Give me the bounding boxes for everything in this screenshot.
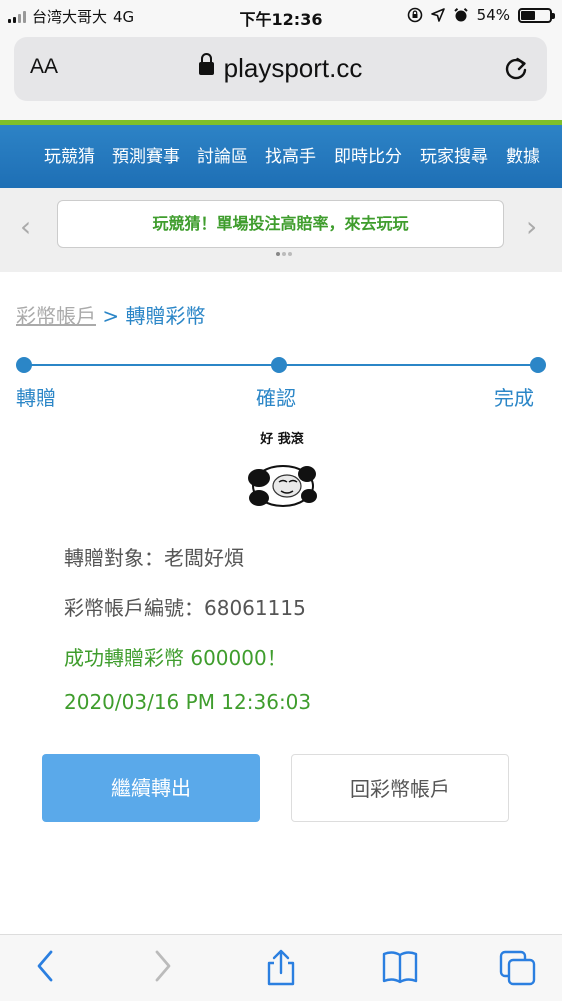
bookmarks-icon[interactable] bbox=[380, 949, 420, 985]
back-to-account-button[interactable]: 回彩幣帳戶 bbox=[291, 754, 509, 822]
nav-item-guess[interactable]: 玩競猜 bbox=[44, 142, 95, 167]
url-display[interactable]: playsport.cc bbox=[14, 53, 547, 84]
carousel-dot bbox=[288, 252, 292, 256]
panda-meme-image: 好 我滾 bbox=[237, 428, 327, 518]
browser-toolbar bbox=[0, 934, 562, 1001]
reload-icon[interactable] bbox=[503, 53, 529, 83]
breadcrumb-separator: > bbox=[102, 304, 120, 328]
recipient-text: 轉贈對象：老闆好煩 bbox=[64, 546, 244, 570]
status-right: 54% bbox=[407, 6, 555, 24]
address-bar[interactable]: AA playsport.cc bbox=[14, 37, 547, 101]
carousel-next-icon[interactable]: › bbox=[526, 210, 537, 243]
carousel-dot-active bbox=[276, 252, 280, 256]
nav-list: 玩競猜 預測賽事 討論區 找高手 即時比分 玩家搜尋 數據 bbox=[0, 142, 562, 170]
carousel-prev-icon[interactable]: ‹ bbox=[20, 210, 31, 243]
share-icon[interactable] bbox=[264, 949, 298, 987]
location-icon bbox=[430, 8, 445, 22]
nav-item-player-search[interactable]: 玩家搜尋 bbox=[420, 142, 488, 167]
nav-item-stats[interactable]: 數據 bbox=[506, 142, 540, 167]
step-dot-confirm bbox=[271, 357, 287, 373]
step-dot-done bbox=[530, 357, 546, 373]
breadcrumb-home-link[interactable]: 彩幣帳戶 bbox=[16, 304, 96, 328]
site-navigation: 玩競猜 預測賽事 討論區 找高手 即時比分 玩家搜尋 數據 bbox=[0, 120, 562, 188]
carousel-dots bbox=[276, 252, 292, 256]
promo-banner[interactable]: 玩競猜！單場投注高賠率，來去玩玩 bbox=[57, 200, 504, 248]
back-arrow-icon[interactable] bbox=[34, 949, 58, 983]
account-number-text: 彩幣帳戶編號：68061115 bbox=[64, 596, 306, 620]
forward-arrow-icon[interactable] bbox=[150, 949, 174, 983]
rotation-lock-icon bbox=[407, 7, 422, 23]
promo-carousel: ‹ 玩競猜！單場投注高賠率，來去玩玩 › bbox=[0, 188, 562, 272]
tabs-icon[interactable] bbox=[498, 949, 538, 987]
step-label-done: 完成 bbox=[494, 386, 534, 410]
battery-percent: 54% bbox=[476, 6, 510, 24]
status-bar: 台湾大哥大 4G 下午12:36 54% bbox=[0, 0, 562, 32]
continue-transfer-button[interactable]: 繼續轉出 bbox=[42, 754, 260, 822]
meme-caption: 好 我滾 bbox=[259, 431, 305, 447]
progress-steps: 轉贈 確認 完成 bbox=[16, 356, 546, 416]
nav-item-experts[interactable]: 找高手 bbox=[265, 142, 316, 167]
alarm-icon bbox=[453, 8, 468, 22]
nav-item-forum[interactable]: 討論區 bbox=[197, 142, 248, 167]
browser-header: AA playsport.cc bbox=[0, 32, 562, 120]
breadcrumb: 彩幣帳戶 > 轉贈彩幣 bbox=[16, 300, 205, 329]
battery-icon bbox=[518, 7, 555, 23]
url-text: playsport.cc bbox=[223, 53, 363, 83]
timestamp-text: 2020/03/16 PM 12:36:03 bbox=[64, 690, 312, 714]
success-message: 成功轉贈彩幣 600000！ bbox=[64, 646, 287, 670]
nav-item-live-scores[interactable]: 即時比分 bbox=[334, 142, 402, 167]
nav-item-predictions[interactable]: 預測賽事 bbox=[112, 142, 180, 167]
breadcrumb-current: 轉贈彩幣 bbox=[125, 304, 206, 328]
step-label-confirm: 確認 bbox=[256, 386, 296, 410]
lock-icon bbox=[198, 53, 214, 75]
step-label-transfer: 轉贈 bbox=[16, 386, 56, 410]
carousel-dot bbox=[282, 252, 286, 256]
step-dot-transfer bbox=[16, 357, 32, 373]
